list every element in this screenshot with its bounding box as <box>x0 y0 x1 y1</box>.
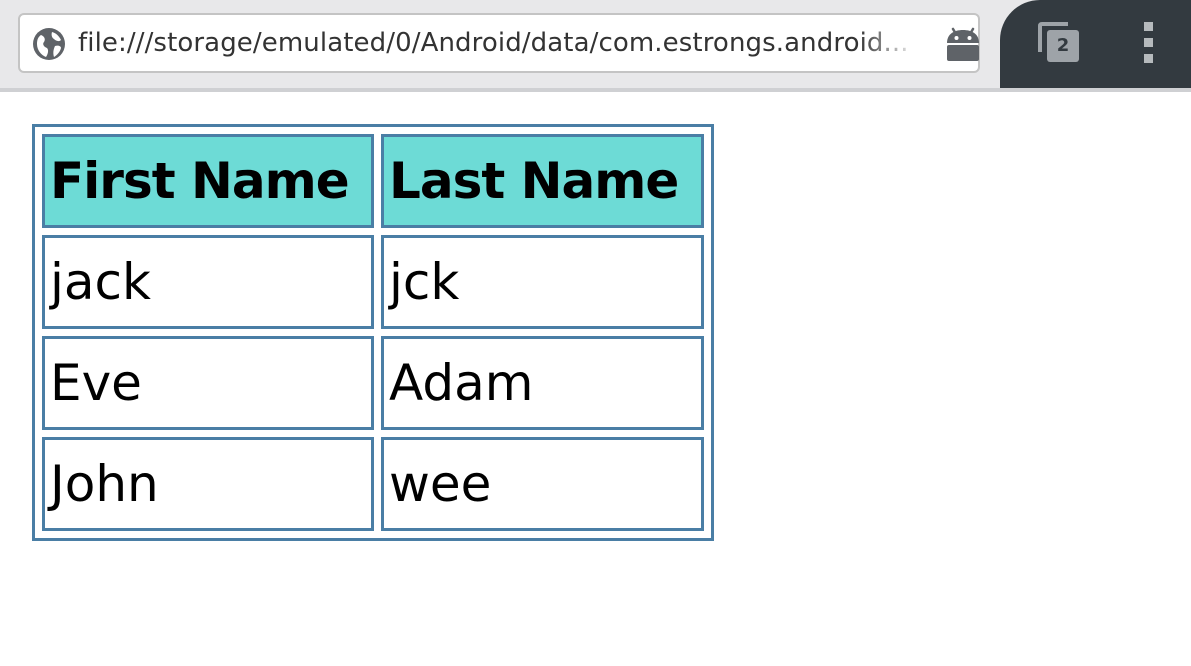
tab-switcher-button[interactable]: 2 <box>1038 22 1084 66</box>
page-content: First Name Last Name jack jck Eve Adam J… <box>0 92 1191 666</box>
first-name-cell: Eve <box>42 336 374 430</box>
table-row: Eve Adam <box>42 336 704 430</box>
address-bar[interactable]: file:///storage/emulated/0/Android/data/… <box>18 13 980 73</box>
android-icon[interactable] <box>944 27 982 63</box>
table-row: jack jck <box>42 235 704 329</box>
tab-count: 2 <box>1047 30 1079 62</box>
first-name-cell: John <box>42 437 374 531</box>
toolbar-actions: 2 <box>1000 0 1191 90</box>
table-row: John wee <box>42 437 704 531</box>
browser-toolbar: file:///storage/emulated/0/Android/data/… <box>0 0 1191 92</box>
first-name-cell: jack <box>42 235 374 329</box>
header-first-name: First Name <box>42 134 374 228</box>
header-last-name: Last Name <box>381 134 704 228</box>
last-name-cell: wee <box>381 437 704 531</box>
globe-icon[interactable] <box>32 27 66 61</box>
last-name-cell: jck <box>381 235 704 329</box>
table-header-row: First Name Last Name <box>42 134 704 228</box>
url-text[interactable]: file:///storage/emulated/0/Android/data/… <box>78 15 918 71</box>
names-table: First Name Last Name jack jck Eve Adam J… <box>32 124 714 541</box>
menu-button[interactable] <box>1132 18 1164 68</box>
last-name-cell: Adam <box>381 336 704 430</box>
